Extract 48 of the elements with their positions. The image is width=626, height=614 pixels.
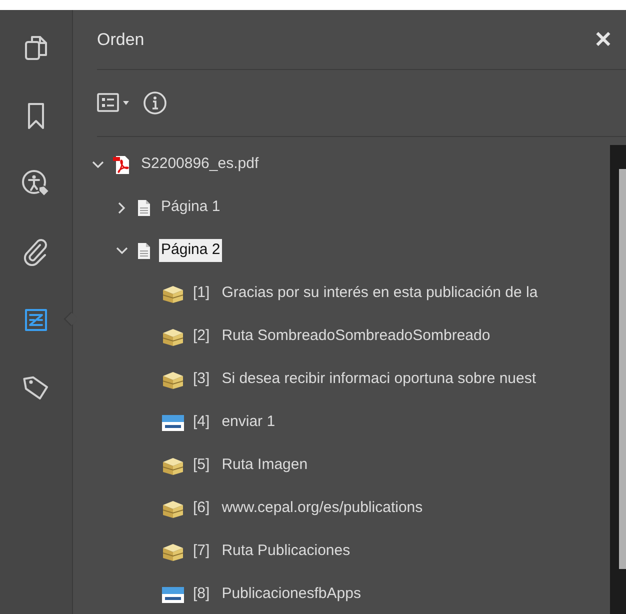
tree-item[interactable]: Página 1: [159, 196, 222, 219]
box-icon: [161, 456, 185, 476]
item-label: enviar 1: [222, 412, 276, 432]
bookmark-icon: [26, 102, 46, 130]
box-icon: [161, 326, 185, 346]
pdf-file-icon: [113, 154, 131, 174]
box-icon: [161, 370, 185, 390]
close-button[interactable]: ✕: [594, 28, 612, 50]
tree-item[interactable]: S2200896_es.pdf: [139, 153, 261, 176]
item-label: PublicacionesfbApps: [222, 584, 361, 604]
item-label: Ruta Publicaciones: [222, 541, 350, 562]
item-number: [7]: [193, 541, 210, 562]
tag-icon: [22, 374, 50, 402]
pages-icon: [24, 34, 48, 62]
form-field-icon: [161, 586, 185, 604]
tree-item[interactable]: [6] www.cepal.org/es/publications: [193, 497, 423, 520]
item-number: [3]: [193, 369, 210, 390]
item-label: Gracias por su interés en esta publicación de la: [222, 283, 538, 304]
page-icon: [137, 242, 151, 260]
tree-item[interactable]: [5] Ruta Imagen: [193, 454, 308, 477]
tree-item[interactable]: [2] Ruta SombreadoSombreadoSombreado: [193, 325, 490, 348]
panel-title: Orden: [97, 28, 144, 51]
item-label: Ruta SombreadoSombreadoSombreado: [222, 326, 490, 346]
item-label: Si desea recibir informaci oportuna sobre nuest: [222, 369, 536, 390]
item-number: [1]: [193, 283, 210, 304]
tree-item[interactable]: [4] enviar 1: [193, 411, 276, 434]
info-icon[interactable]: [143, 91, 167, 115]
tree-item[interactable]: Página 2: [159, 239, 222, 262]
item-label: www.cepal.org/es/publications: [222, 498, 423, 518]
item-number: [6]: [193, 498, 210, 518]
tree-item[interactable]: [8] PublicacionesfbApps: [193, 583, 361, 606]
item-number: [4]: [193, 412, 210, 432]
paperclip-icon: [23, 238, 49, 266]
page-icon: [137, 198, 151, 216]
tree-item[interactable]: [7] Ruta Publicaciones: [193, 540, 350, 563]
scrollbar[interactable]: [610, 145, 626, 614]
item-label: Ruta Imagen: [222, 455, 308, 476]
item-number: [5]: [193, 455, 210, 476]
item-number: [8]: [193, 584, 210, 604]
form-field-icon: [161, 414, 185, 432]
order-icon: [24, 308, 48, 332]
tree-item[interactable]: [3] Si desea recibir informaci oportuna sobre nuest: [193, 368, 536, 391]
box-icon: [161, 498, 185, 518]
tree-item[interactable]: [1] Gracias por su interés en esta publicación de la: [193, 282, 538, 305]
item-number: [2]: [193, 326, 210, 346]
box-icon: [161, 542, 185, 562]
box-icon: [161, 284, 185, 304]
options-menu-icon[interactable]: [97, 92, 131, 114]
